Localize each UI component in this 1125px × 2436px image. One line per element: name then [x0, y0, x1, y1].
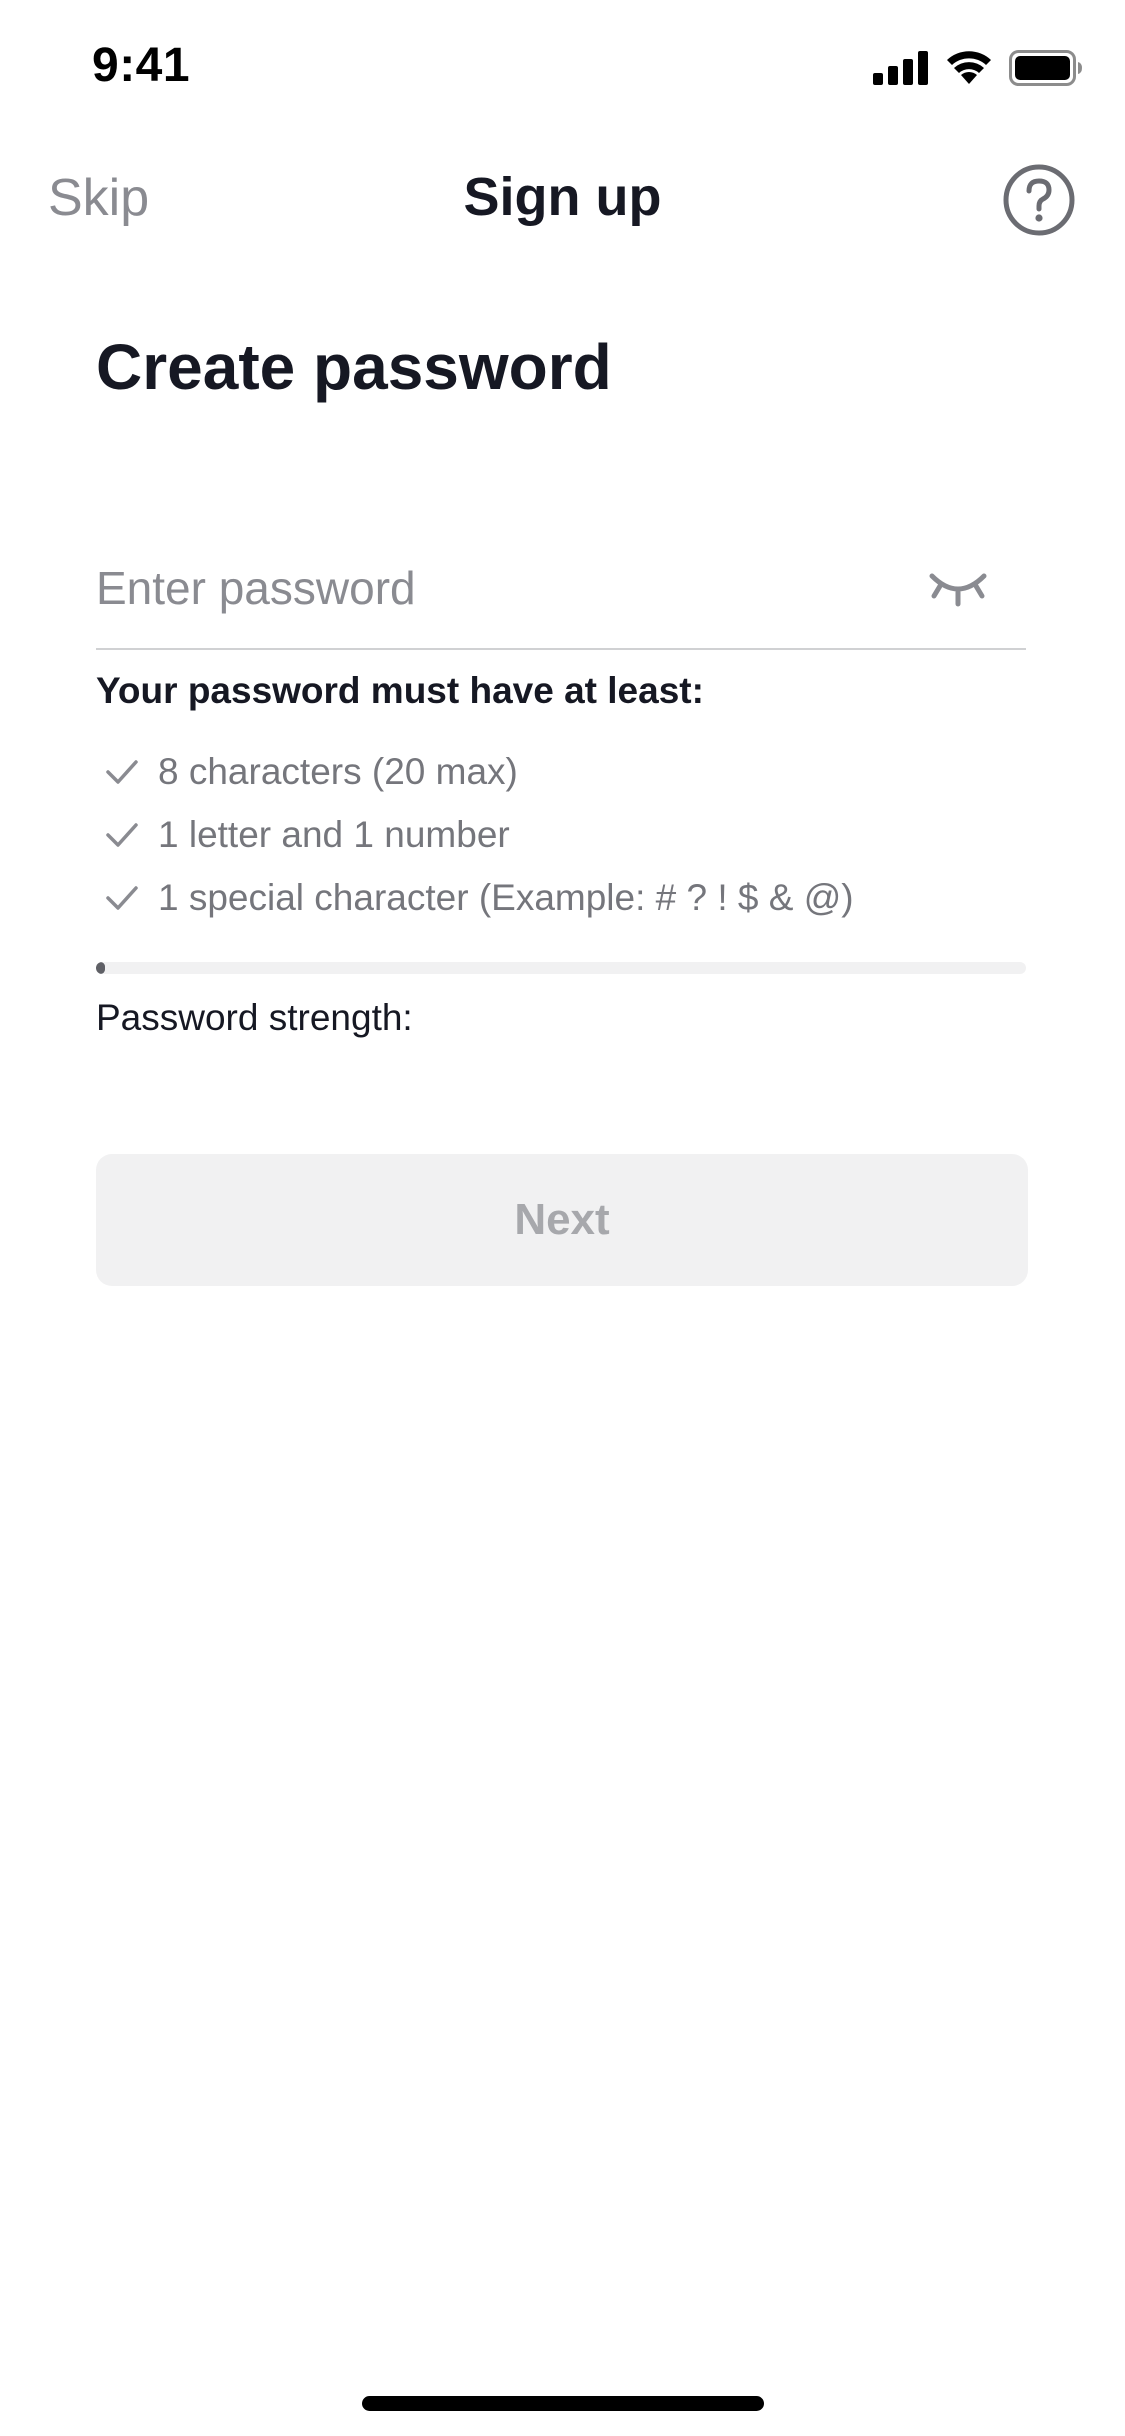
eye-closed-icon[interactable] — [926, 560, 990, 612]
password-input[interactable] — [96, 548, 896, 628]
home-indicator — [362, 2396, 764, 2411]
requirement-item: 1 special character (Example: # ? ! $ & … — [96, 866, 854, 929]
cellular-signal-icon — [873, 51, 928, 85]
password-strength-label: Password strength: — [96, 997, 413, 1038]
battery-icon — [1009, 50, 1082, 86]
status-time: 9:41 — [92, 39, 191, 92]
page-title: Sign up — [463, 167, 662, 227]
requirement-label: 1 special character (Example: # ? ! $ & … — [158, 876, 854, 918]
next-button[interactable]: Next — [96, 1154, 1028, 1286]
check-icon — [106, 759, 138, 784]
requirement-label: 8 characters (20 max) — [158, 750, 518, 792]
password-strength-bar — [96, 962, 1026, 974]
password-strength-fill — [96, 962, 106, 974]
requirement-item: 8 characters (20 max) — [96, 740, 854, 803]
question-circle-icon[interactable] — [1001, 162, 1077, 238]
requirements-list: 8 characters (20 max) 1 letter and 1 num… — [96, 740, 854, 929]
create-password-heading: Create password — [96, 331, 612, 403]
wifi-icon — [947, 51, 991, 84]
status-icons — [873, 50, 1083, 86]
status-bar: 9:41 — [0, 0, 1125, 140]
check-icon — [106, 822, 138, 847]
requirements-title: Your password must have at least: — [96, 670, 704, 711]
requirement-item: 1 letter and 1 number — [96, 803, 854, 866]
nav-bar: Skip Sign up — [0, 150, 1125, 246]
password-field — [96, 540, 1026, 650]
check-icon — [106, 885, 138, 910]
requirement-label: 1 letter and 1 number — [158, 813, 510, 855]
